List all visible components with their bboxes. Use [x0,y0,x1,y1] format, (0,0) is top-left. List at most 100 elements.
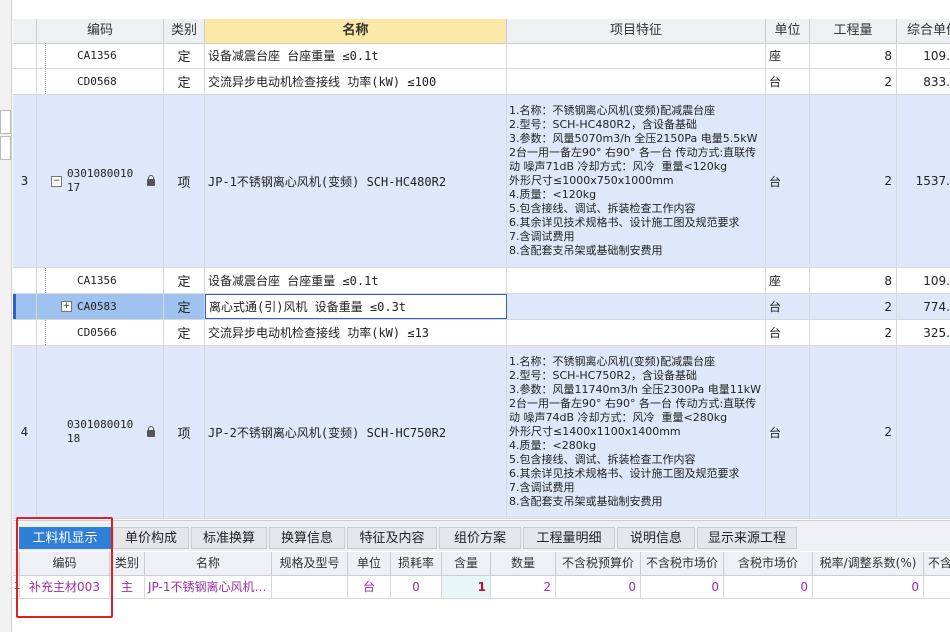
col-spec[interactable]: 规格及型号 [272,552,348,575]
left-field [0,110,11,134]
col-count[interactable]: 数量 [491,552,556,575]
table-row[interactable]: CA1356 定 设备减震台座 台座重量 ≤0.1t 座 8 109. [13,43,950,69]
col-unit[interactable]: 单位 [348,552,391,575]
price-cell: 109. [897,268,950,293]
unit-cell[interactable]: 台 [766,346,810,518]
material-budget-price[interactable]: 0 [556,576,641,598]
tab-quantity-detail[interactable]: 工程量明细 [523,527,615,549]
feature-cell[interactable] [507,268,766,293]
feature-cell[interactable] [507,320,766,345]
unit-cell[interactable]: 台 [766,294,810,319]
name-cell[interactable]: 设备减震台座 台座重量 ≤0.1t [205,43,507,68]
table-row[interactable]: CD0568 定 交流异步电动机检查接线 功率(kW) ≤100 台 2 833… [13,69,950,95]
material-row[interactable]: 1 补充主材003 主 JP-1不锈钢离心风机… 台 0 1 2 0 0 0 0 [13,576,950,599]
code-text: CA1356 [77,49,117,62]
table-row-selected[interactable]: + CA0583 定 离心式通(引)风机 设备重量 ≤0.3t 台 2 774. [13,294,950,320]
col-feature[interactable]: 项目特征 [507,19,766,43]
col-type[interactable]: 类别 [164,19,205,43]
code-cell: − 030108001017 [37,95,164,267]
tab-source-project[interactable]: 显示来源工程 [697,527,797,549]
material-market-price[interactable]: 0 [641,576,724,598]
tab-pricing-scheme[interactable]: 组价方案 [439,527,521,549]
col-budget-price[interactable]: 不含税预算价 [556,552,641,575]
col-tax-market-price[interactable]: 含税市场价 [724,552,813,575]
code-cell: CD0568 [37,69,164,94]
tab-features[interactable]: 特征及内容 [347,527,437,549]
feature-cell[interactable]: 1.名称：不锈钢离心风机(变频)配减震台座 2.型号：SCH-HC480R2，含… [507,95,766,267]
left-field [0,136,11,160]
col-content[interactable]: 含量 [442,552,491,575]
material-unit[interactable]: 台 [348,576,391,598]
name-cell-editing[interactable]: 离心式通(引)风机 设备重量 ≤0.3t [205,294,507,319]
col-extra[interactable]: 不含 [924,552,950,575]
row-index: 3 [13,95,37,267]
table-row[interactable]: 3 − 030108001017 项 JP-1不锈钢离心风机(变频) SCH-H… [13,95,950,268]
type-cell: 定 [164,69,205,94]
col-name[interactable]: 名称 [145,552,272,575]
tree-line [45,69,46,94]
name-cell[interactable]: 设备减震台座 台座重量 ≤0.1t [205,268,507,293]
table-row[interactable]: 4 030108001018 项 JP-2不锈钢离心风机(变频) SCH-HC7… [13,346,950,519]
feature-cell[interactable] [507,43,766,68]
collapse-icon[interactable]: − [51,176,62,187]
col-price[interactable]: 综合单价 [897,19,950,43]
feature-cell[interactable]: 1.名称：不锈钢离心风机(变频)配减震台座 2.型号：SCH-HC750R2，含… [507,346,766,518]
col-type[interactable]: 类别 [110,552,145,575]
code-cell: 030108001018 [37,346,164,518]
tab-standard-conversion[interactable]: 标准换算 [191,527,267,549]
unit-cell[interactable]: 台 [766,69,810,94]
qty-cell[interactable]: 2 [810,95,897,267]
unit-cell[interactable]: 座 [766,268,810,293]
qty-cell[interactable]: 2 [810,346,897,518]
col-market-price[interactable]: 不含税市场价 [641,552,724,575]
code-text: 030108001018 [67,418,134,445]
tab-notes[interactable]: 说明信息 [617,527,695,549]
qty-cell[interactable]: 8 [810,268,897,293]
code-cell: CA1356 [37,43,164,68]
col-unit[interactable]: 单位 [766,19,810,43]
table-row[interactable]: CA1356 定 设备减震台座 台座重量 ≤0.1t 座 8 109. [13,268,950,294]
name-cell[interactable]: 交流异步电动机检查接线 功率(kW) ≤100 [205,69,507,94]
col-qty[interactable]: 工程量 [810,19,897,43]
tab-unit-price[interactable]: 单价构成 [113,527,189,549]
material-name[interactable]: JP-1不锈钢离心风机… [145,576,272,598]
name-cell[interactable]: JP-2不锈钢离心风机(变频) SCH-HC750R2 [205,346,507,518]
code-text: CD0566 [77,326,117,339]
code-text: CD0568 [77,75,117,88]
material-type[interactable]: 主 [110,576,145,598]
material-loss[interactable]: 0 [391,576,442,598]
tree-line [45,43,46,68]
tab-conversion-info[interactable]: 换算信息 [269,527,345,549]
material-tax-rate[interactable]: 0 [813,576,924,598]
row-index [13,320,37,345]
feature-cell[interactable] [507,294,766,319]
material-tax-market-price[interactable]: 0 [724,576,813,598]
price-cell: 833. [897,69,950,94]
material-count[interactable]: 2 [491,576,556,598]
name-cell[interactable]: 交流异步电动机检查接线 功率(kW) ≤13 [205,320,507,345]
col-name[interactable]: 名称 [205,19,507,43]
expand-icon[interactable]: + [61,301,72,312]
material-spec[interactable] [272,576,348,598]
unit-cell[interactable]: 台 [766,95,810,267]
type-cell: 定 [164,268,205,293]
price-cell: 1537. [897,95,950,267]
material-content[interactable]: 1 [442,576,491,598]
col-loss[interactable]: 损耗率 [391,552,442,575]
qty-cell[interactable]: 2 [810,320,897,345]
unit-cell[interactable]: 座 [766,43,810,68]
feature-cell[interactable] [507,69,766,94]
type-cell: 项 [164,95,205,267]
qty-cell[interactable]: 2 [810,69,897,94]
lock-icon [147,175,155,186]
code-cell: CA1356 [37,268,164,293]
qty-cell[interactable]: 8 [810,43,897,68]
col-code[interactable]: 编码 [37,19,164,43]
code-cell: CD0566 [37,320,164,345]
col-tax-rate[interactable]: 税率/调整系数(%) [813,552,924,575]
row-index [13,69,37,94]
table-row[interactable]: CD0566 定 交流异步电动机检查接线 功率(kW) ≤13 台 2 325. [13,320,950,346]
unit-cell[interactable]: 台 [766,320,810,345]
qty-cell[interactable]: 2 [810,294,897,319]
name-cell[interactable]: JP-1不锈钢离心风机(变频) SCH-HC480R2 [205,95,507,267]
